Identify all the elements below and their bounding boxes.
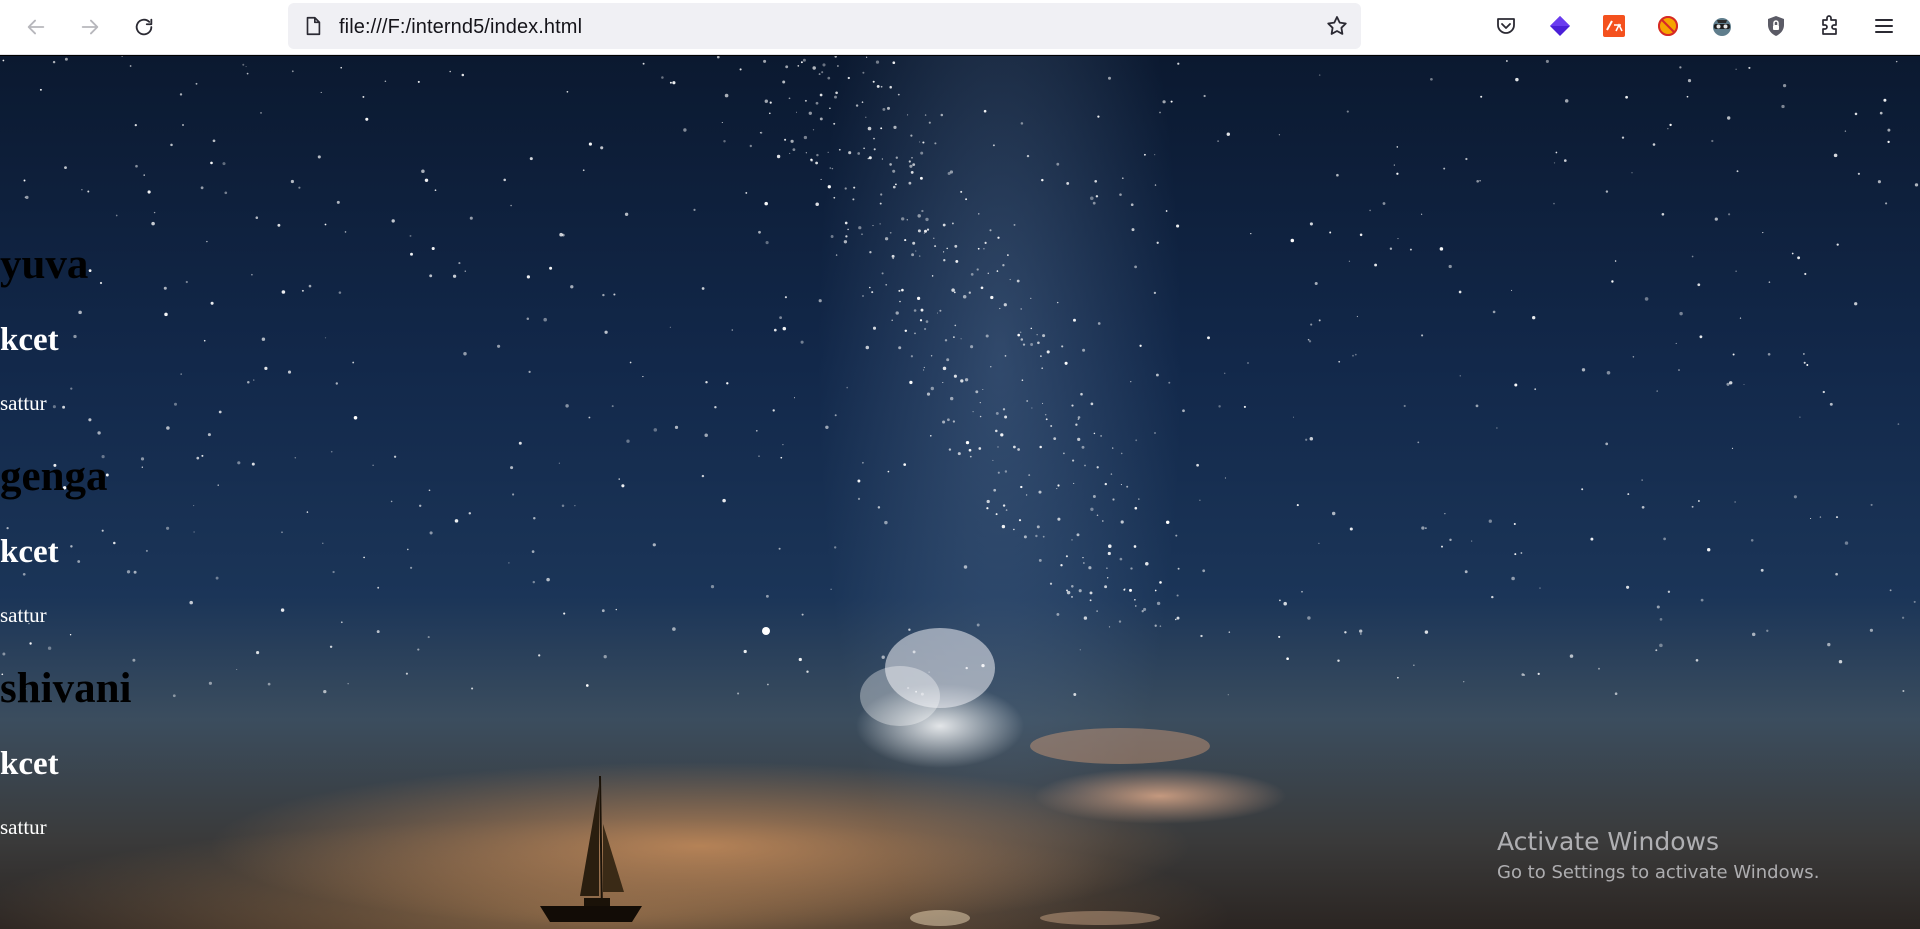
windows-activation-watermark: Activate Windows Go to Settings to activ… [1497,827,1819,883]
entry-2-place-text: sattur [0,603,47,627]
entry-2-name-heading: genga [0,453,108,500]
back-button[interactable] [18,10,54,44]
no-ads-icon [1658,16,1678,36]
pocket-icon [1497,18,1515,34]
arrow-right-icon [81,19,99,35]
menu-button[interactable] [1870,12,1898,40]
reload-button[interactable] [126,10,162,44]
watermark-title: Activate Windows [1497,827,1719,856]
orange-translate-icon [1603,15,1625,37]
entry-1-place-text: sattur [0,391,47,415]
extensions-button[interactable] [1816,12,1844,40]
arrow-left-icon [27,19,45,35]
reload-icon [135,18,153,36]
sailboat-silhouette [540,775,642,922]
entry-3-name-heading: shivani [0,665,132,712]
star-icon[interactable] [1325,14,1349,38]
pocket-button[interactable] [1492,12,1520,40]
hamburger-menu-icon [1875,19,1893,33]
entry-3-college-heading: kcet [0,746,59,782]
url-text[interactable]: file:///F:/internd5/index.html [339,16,582,39]
purple-diamond-icon [1550,16,1570,36]
forward-button[interactable] [72,10,108,44]
extension-button-5[interactable] [1762,12,1790,40]
night-sky-background [1,56,1919,926]
extension-button-3[interactable] [1654,12,1682,40]
watermark-subtitle: Go to Settings to activate Windows. [1497,862,1820,883]
spy-icon [1713,18,1731,36]
extension-button-1[interactable] [1546,12,1574,40]
entry-1-college-heading: kcet [0,322,59,358]
puzzle-icon [1822,15,1837,35]
entry-2-college-heading: kcet [0,534,59,570]
extension-button-2[interactable] [1600,12,1628,40]
entry-1-name-heading: yuva [0,241,89,288]
browser-toolbar: file:///F:/internd5/index.html [0,0,1920,55]
document-icon [306,16,321,36]
address-bar[interactable]: file:///F:/internd5/index.html [288,3,1361,49]
page-viewport: yuva kcet sattur genga kcet sattur shiva… [0,56,1920,929]
entry-3-place-text: sattur [0,815,47,839]
shield-lock-icon [1768,16,1784,36]
extension-button-4[interactable] [1708,12,1736,40]
